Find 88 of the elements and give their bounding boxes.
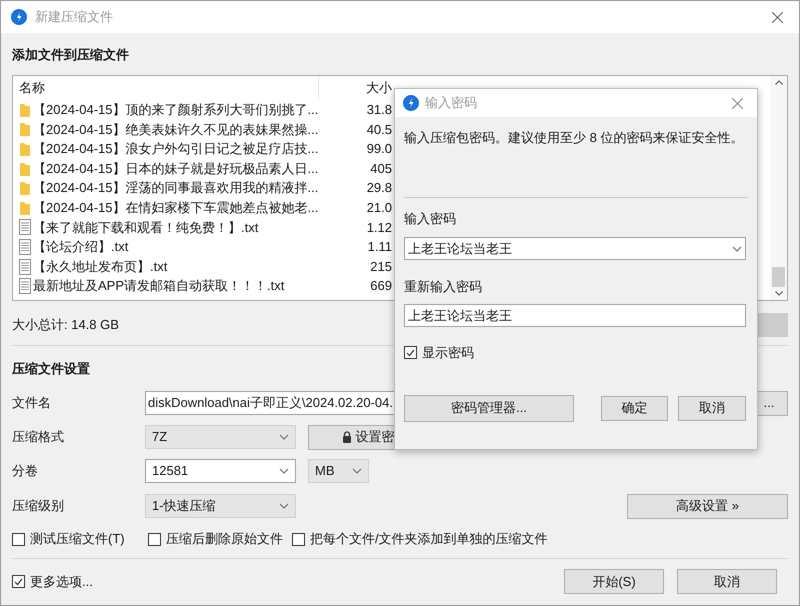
chevron-icon xyxy=(279,503,289,509)
chevron-icon xyxy=(279,468,289,474)
field-label: 压缩格式 xyxy=(12,428,65,446)
cancel-button[interactable]: 取消 xyxy=(678,396,746,420)
folder-icon xyxy=(19,102,31,118)
file-size: 669 xyxy=(369,277,392,296)
checkbox-box[interactable] xyxy=(148,532,161,546)
folder-icon xyxy=(19,180,31,196)
close-icon[interactable] xyxy=(732,98,743,108)
file-size: 1.11 xyxy=(366,238,392,256)
folder-icon xyxy=(19,160,31,177)
select-value: 7Z xyxy=(152,428,168,446)
checkbox-box[interactable] xyxy=(292,532,305,546)
document-icon xyxy=(19,278,31,294)
window-title: 新建压缩文件 xyxy=(35,8,114,26)
advanced-settings-button[interactable]: 高级设置 » xyxy=(627,494,788,518)
field-label: 压缩级别 xyxy=(12,497,65,516)
password-manager-button[interactable]: 密码管理器... xyxy=(404,394,574,422)
select-value: MB xyxy=(315,462,334,480)
file-size: 29.8 xyxy=(366,179,392,198)
checkbox-label: 压缩后删除原始文件 xyxy=(166,530,283,548)
field-label: 输入密码 xyxy=(404,210,457,227)
checkbox-label: 显示密码 xyxy=(422,344,474,362)
checkbox-box[interactable] xyxy=(12,532,25,546)
chevron-icon xyxy=(279,434,289,440)
file-size: 1.12 xyxy=(366,218,392,237)
column-header[interactable]: 名称 xyxy=(13,76,319,99)
file-name[interactable]: 【2024-04-15】在情妇家楼下车震她差点被她老... xyxy=(33,198,318,218)
file-name[interactable]: 【2024-04-15】顶的来了颜射系列大哥们别挑了... xyxy=(33,100,318,120)
folder-icon xyxy=(19,140,31,157)
scroll-thumb[interactable] xyxy=(772,267,785,287)
section-heading: 压缩文件设置 xyxy=(12,360,91,377)
dialog-description: 输入压缩包密码。建议使用至少 8 位的密码来保证安全性。 xyxy=(404,129,744,146)
folder-icon xyxy=(19,200,31,216)
file-size: 405 xyxy=(369,160,392,178)
file-name[interactable]: 【2024-04-15】浪女户外勾引日记之被足疗店技... xyxy=(33,139,318,159)
checkbox[interactable]: 压缩后删除原始文件 xyxy=(148,529,292,549)
checkbox-label: 测试压缩文件(T) xyxy=(30,530,125,548)
app-logo-icon xyxy=(403,95,419,111)
file-name[interactable]: 【来了就能下载和观看！纯免费！】.txt xyxy=(33,218,258,238)
app-logo-icon xyxy=(11,9,27,25)
document-icon xyxy=(19,258,31,275)
file-size: 215 xyxy=(369,258,392,276)
checkmark-icon xyxy=(14,578,23,586)
checkbox-box[interactable] xyxy=(12,575,25,588)
ok-button[interactable]: 确定 xyxy=(601,396,668,420)
select-field[interactable]: 12581 xyxy=(145,459,296,483)
file-size: 99.0 xyxy=(366,140,392,158)
file-name[interactable]: 【永久地址发布页】.txt xyxy=(33,256,168,276)
file-size: 21.0 xyxy=(366,199,392,218)
scrollbar[interactable] xyxy=(770,76,787,300)
column-header[interactable]: 大小 xyxy=(319,78,394,98)
checkbox[interactable]: 更多选项... xyxy=(12,572,564,592)
lock-icon xyxy=(342,431,352,443)
password-value: 上老王论坛当老王 xyxy=(408,240,512,258)
chevron-icon xyxy=(352,468,362,474)
total-size: 大小总计: 14.8 GB xyxy=(12,316,119,334)
scroll-up-icon[interactable] xyxy=(774,80,782,85)
field-label: 文件名 xyxy=(12,394,52,412)
chevron-icon xyxy=(732,246,742,252)
checkmark-icon xyxy=(406,348,415,357)
checkbox-label: 更多选项... xyxy=(30,572,93,591)
checkbox[interactable]: 显示密码 xyxy=(404,343,748,362)
start-button[interactable]: 开始(S) xyxy=(564,569,664,594)
file-name[interactable]: 【论坛介绍】.txt xyxy=(33,237,128,257)
confirm-password-field[interactable]: 上老王论坛当老王 xyxy=(404,304,746,327)
select-field[interactable]: MB xyxy=(308,459,369,483)
section-heading: 添加文件到压缩文件 xyxy=(12,46,130,63)
password-field[interactable]: 上老王论坛当老王 xyxy=(404,237,746,260)
file-size: 31.8 xyxy=(366,101,392,120)
folder-icon xyxy=(19,121,31,138)
file-name[interactable]: 最新地址及APP请发邮箱自动获取！！！.txt xyxy=(33,276,284,296)
file-name[interactable]: 【2024-04-15】淫荡的同事最喜欢用我的精液拌... xyxy=(33,178,318,198)
select-value: 1-快速压缩 xyxy=(152,497,216,516)
file-name[interactable]: 【2024-04-15】日本的妹子就是好玩极品素人日... xyxy=(33,158,318,178)
scroll-down-icon[interactable] xyxy=(774,291,782,296)
close-icon[interactable] xyxy=(772,12,783,22)
checkbox[interactable]: 测试压缩文件(T) xyxy=(12,529,148,549)
field-label: 分卷 xyxy=(12,462,39,480)
cancel-button[interactable]: 取消 xyxy=(677,569,777,594)
dialog-title: 输入密码 xyxy=(425,94,478,112)
select-value: 12581 xyxy=(152,462,188,480)
file-size: 40.5 xyxy=(366,120,392,139)
checkbox-box[interactable] xyxy=(404,346,417,360)
document-icon xyxy=(19,238,31,255)
file-name[interactable]: 【2024-04-15】绝美表妹许久不见的表妹果然操... xyxy=(33,120,318,140)
field-label: 重新输入密码 xyxy=(404,278,483,295)
document-icon xyxy=(19,219,31,236)
